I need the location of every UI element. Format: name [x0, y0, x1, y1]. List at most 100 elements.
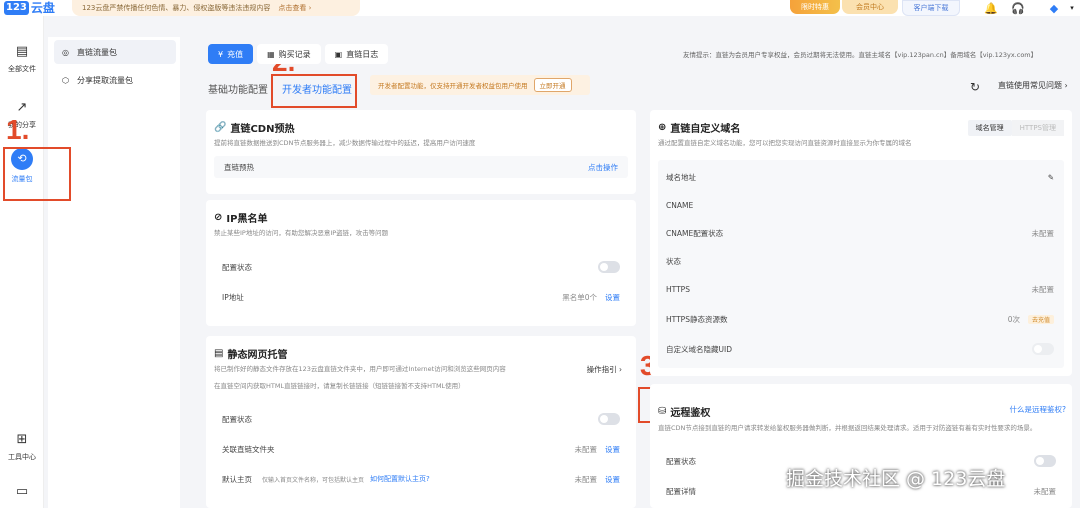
direct-link-icon: ◎: [62, 47, 69, 57]
subnav-direct-link-package[interactable]: ◎ 直链流量包: [54, 40, 176, 64]
static-status-toggle[interactable]: [598, 413, 620, 425]
headset-icon[interactable]: 🎧: [1010, 0, 1026, 16]
subnav-share-package[interactable]: ⬡ 分享提取流量包: [54, 68, 176, 92]
receipt-icon: ▦: [267, 49, 275, 59]
remote-auth-desc: 直链CDN节点接到直链的用户请求转发给鉴权服务器做判断，并根据返回结果处理请求。…: [658, 424, 1037, 432]
static-home-label: 默认主页: [222, 474, 252, 484]
tip-text: 友情提示：直链为会员用户专享权益，会员过期将无法使用。直链主域名【vip.123…: [683, 51, 1038, 59]
faq-link[interactable]: 直链使用常见问题 ›: [998, 80, 1068, 91]
remote-auth-detail-label: 配置详情: [666, 486, 696, 496]
globe-icon: ⊕: [658, 122, 667, 133]
sub-nav: ◎ 直链流量包 ⬡ 分享提取流量包: [48, 37, 180, 508]
state-row: 状态: [666, 252, 1054, 270]
promo-sale-button[interactable]: 限时特惠: [790, 0, 840, 14]
config-tabs: 基础功能配置 开发者功能配置: [208, 78, 352, 98]
annotation-1: 1.: [6, 114, 30, 145]
cdn-operate-link[interactable]: 点击操作: [588, 162, 618, 173]
bell-icon[interactable]: 🔔: [983, 0, 999, 16]
tab-label: 充值: [227, 49, 244, 59]
tab-developer-config[interactable]: 开发者功能配置: [282, 81, 352, 96]
ip-status-toggle[interactable]: [598, 261, 620, 273]
edit-icon[interactable]: ✎: [1048, 173, 1054, 182]
static-hosting-card: ▤ 静态网页托管 将已制作好的静态文件存放在123云盘直链文件夹中，用户即可通过I…: [206, 336, 636, 508]
static-home-help-link[interactable]: 如何配置默认主页?: [370, 474, 430, 484]
ban-icon: ⊘: [214, 212, 223, 223]
recharge-badge[interactable]: 去充值: [1027, 314, 1054, 324]
static-guide-link[interactable]: 操作指引 ›: [587, 364, 622, 375]
static-desc-2: 在直链空间内获取HTML直链链接时，请复制长链链接（短链链接暂不支持HTML使用…: [214, 382, 465, 390]
chevron-down-icon[interactable]: ▾: [1064, 0, 1080, 16]
log-icon: ▣: [334, 49, 343, 59]
static-home-setting[interactable]: 设置: [605, 474, 620, 485]
tab-domain-manage[interactable]: 域名管理: [967, 120, 1012, 136]
tab-label: 购买记录: [278, 49, 311, 59]
tab-label: 直链日志: [346, 49, 379, 59]
remote-auth-title: ⛁ 远程鉴权: [658, 404, 710, 419]
share-package-icon: ⬡: [62, 75, 69, 85]
monitor-icon: ▭: [15, 484, 29, 499]
annotation-box-1: [3, 147, 71, 201]
tab-basic-config[interactable]: 基础功能配置: [208, 81, 268, 96]
cdn-title-text: 直链CDN预热: [230, 124, 295, 135]
static-folder-status: 未配置: [574, 444, 598, 454]
https-count-row: HTTPS静态资源数 0次 去充值: [666, 310, 1054, 328]
uid-toggle[interactable]: [1032, 343, 1054, 355]
cname-row: CNAME: [666, 196, 1054, 214]
member-center-button[interactable]: 会员中心: [842, 0, 898, 14]
developer-open-hint: 开发者配置功能，仅支持开通开发者权益包用户使用 立即开通: [370, 75, 590, 95]
nav-tool-center[interactable]: ⊞ 工具中心: [0, 432, 44, 462]
tab-recharge[interactable]: ¥ 充值: [208, 44, 254, 64]
subnav-label: 直链流量包: [76, 47, 117, 57]
nav-all-files[interactable]: ▤ 全部文件: [0, 44, 44, 74]
left-nav: ▤ 全部文件 ↗ 我的分享 ⟲ 流量包 ⊞ 工具中心 ▭: [0, 16, 44, 508]
domain-title-text: 直链自定义域名: [670, 124, 741, 135]
brand-logo[interactable]: 123 云盘: [4, 0, 55, 16]
notice-link[interactable]: 点击查看 ›: [278, 3, 311, 13]
ip-title-text: IP黑名单: [226, 214, 268, 225]
ip-title: ⊘ IP黑名单: [214, 210, 267, 225]
cname-label: CNAME: [666, 200, 694, 210]
cdn-row-label: 直链预热: [224, 162, 254, 172]
cdn-title: 🔗 直链CDN预热: [214, 120, 294, 135]
nav-label: 全部文件: [8, 65, 36, 73]
static-folder-setting[interactable]: 设置: [605, 444, 620, 455]
nav-label: 工具中心: [8, 453, 36, 461]
notice-text: 123云盘严禁传播任何色情、暴力、侵权盗版等违法违规内容: [82, 4, 271, 12]
brand-mark: 123: [4, 1, 29, 15]
diamond-icon[interactable]: ◆: [1046, 0, 1062, 16]
cdn-preheat-row: 直链预热 点击操作: [214, 156, 628, 178]
ip-setting-link[interactable]: 设置: [605, 292, 620, 303]
remote-auth-help-link[interactable]: 什么是远程鉴权?: [1010, 404, 1066, 415]
grid-icon: ⊞: [16, 432, 28, 447]
open-now-button[interactable]: 立即开通: [533, 78, 572, 92]
nav-monitor[interactable]: ▭: [0, 484, 44, 504]
uid-row: 自定义域名隐藏UID: [666, 340, 1054, 358]
static-home-status: 未配置: [574, 474, 598, 484]
cdn-desc: 提前将直链数据推送到CDN节点服务器上，减少数据传输过程中的延迟，提高用户访问速…: [214, 139, 476, 147]
notice-banner: 123云盘严禁传播任何色情、暴力、侵权盗版等违法违规内容 点击查看 ›: [72, 0, 360, 16]
uid-label: 自定义域名隐藏UID: [666, 344, 732, 354]
static-home-input[interactable]: 仅输入首页文件名称，可包括默认主页: [262, 475, 364, 484]
tab-purchase-records[interactable]: ▦ 购买记录: [257, 44, 321, 64]
state-label: 状态: [666, 256, 681, 266]
custom-domain-card: ⊕ 直链自定义域名 通过配置直链自定义域名功能，您可以把您实现访问直链资源时直接显…: [650, 110, 1072, 376]
ip-count: 黑名单0个: [562, 292, 597, 302]
static-folder-label: 关联直链文件夹: [222, 444, 275, 454]
link-icon: 🔗: [214, 122, 227, 133]
tab-https-manage[interactable]: HTTPS管理: [1011, 120, 1064, 136]
domain-addr-row: 域名地址 ✎: [666, 168, 1054, 186]
client-download-button[interactable]: 客户端下载: [902, 0, 960, 16]
yen-icon: ¥: [218, 49, 224, 59]
https-value: 未配置: [1031, 284, 1055, 294]
https-count-label: HTTPS静态资源数: [666, 314, 728, 324]
database-icon: ⛁: [658, 406, 667, 417]
domain-desc: 通过配置直链自定义域名功能，您可以把您实现访问直链资源时直接显示为你专属的域名: [658, 139, 912, 147]
top-bar: 123 云盘 123云盘严禁传播任何色情、暴力、侵权盗版等违法违规内容 点击查看…: [0, 0, 1080, 16]
remote-auth-detail-status: 未配置: [1033, 486, 1057, 496]
refresh-icon[interactable]: ↻: [970, 80, 980, 94]
remote-auth-toggle[interactable]: [1034, 455, 1056, 467]
static-status-row: 配置状态: [222, 410, 620, 428]
static-status-label: 配置状态: [222, 414, 252, 424]
tab-direct-link-log[interactable]: ▣ 直链日志: [324, 44, 389, 64]
static-folder-row: 关联直链文件夹 未配置 设置: [222, 440, 620, 458]
